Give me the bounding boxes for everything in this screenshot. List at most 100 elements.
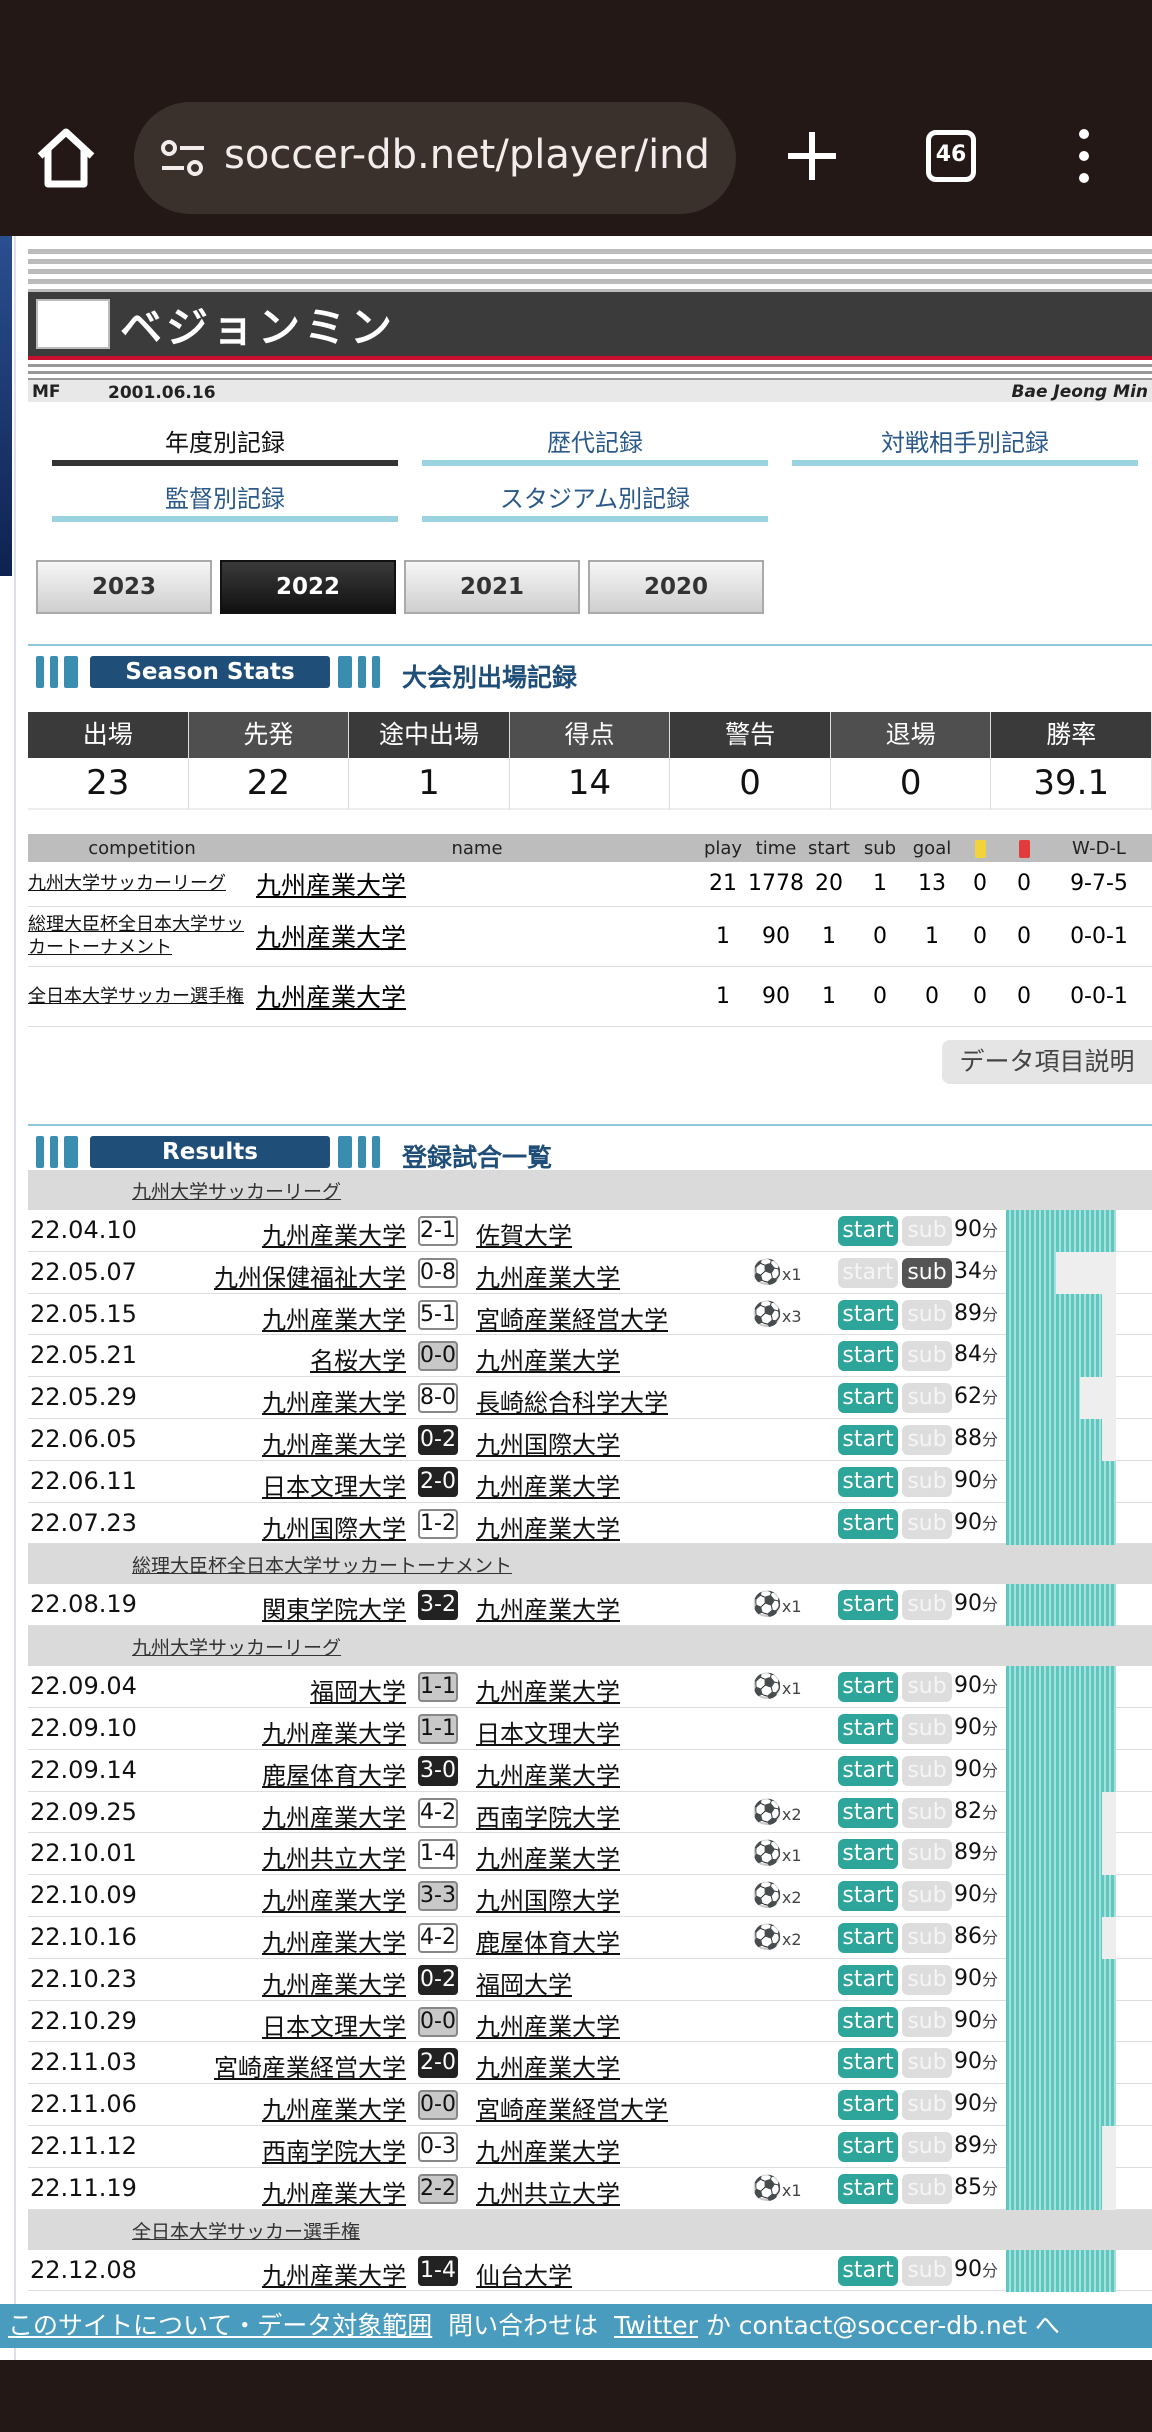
timeline-gap [1056, 1251, 1116, 1294]
score-badge[interactable]: 1-4 [418, 2255, 458, 2286]
home-team-link[interactable]: 九州産業大学 [262, 1881, 406, 1916]
year-button-2021[interactable]: 2021 [404, 560, 580, 614]
score-badge[interactable]: 4-2 [418, 1922, 458, 1953]
away-team-link[interactable]: 九州産業大学 [476, 2048, 620, 2083]
away-team-link[interactable]: 九州共立大学 [476, 2174, 620, 2209]
sub-badge: sub [902, 1257, 952, 1288]
league-link[interactable]: 九州大学サッカーリーグ [28, 1170, 1152, 1210]
home-team-link[interactable]: 九州産業大学 [262, 1965, 406, 2000]
home-icon[interactable] [30, 122, 102, 194]
footer-about-link[interactable]: このサイトについて・データ対象範囲 [8, 2311, 432, 2340]
score-badge[interactable]: 1-1 [418, 1713, 458, 1744]
more-menu-icon[interactable] [1066, 124, 1102, 188]
away-team-link[interactable]: 九州産業大学 [476, 1341, 620, 1376]
away-team-link[interactable]: 九州産業大学 [476, 1509, 620, 1544]
tab-switcher-button[interactable]: 46 [926, 130, 976, 182]
home-team-link[interactable]: 九州産業大学 [262, 1923, 406, 1958]
away-team-link[interactable]: 九州産業大学 [476, 1467, 620, 1502]
away-team-link[interactable]: 宮崎産業経営大学 [476, 2090, 668, 2125]
home-team-link[interactable]: 九州産業大学 [262, 1798, 406, 1833]
team-link[interactable]: 九州産業大学 [256, 862, 698, 907]
away-team-link[interactable]: 九州国際大学 [476, 1881, 620, 1916]
score-badge[interactable]: 1-1 [418, 1672, 458, 1703]
nav-stadium-records[interactable]: スタジアム別記録 [422, 482, 768, 522]
home-team-link[interactable]: 日本文理大学 [262, 1467, 406, 1502]
score-badge[interactable]: 8-0 [418, 1383, 458, 1414]
away-team-link[interactable]: 鹿屋体育大学 [476, 1923, 620, 1958]
home-team-link[interactable]: 日本文理大学 [262, 2007, 406, 2042]
home-team-link[interactable]: 九州産業大学 [262, 1425, 406, 1460]
score-badge[interactable]: 3-0 [418, 1755, 458, 1786]
away-team-link[interactable]: 日本文理大学 [476, 1714, 620, 1749]
score-badge[interactable]: 1-4 [418, 1839, 458, 1870]
away-team-link[interactable]: 宮崎産業経営大学 [476, 1300, 668, 1335]
nav-manager-records[interactable]: 監督別記録 [52, 482, 398, 522]
score-badge[interactable]: 2-1 [418, 1216, 458, 1246]
league-link[interactable]: 九州大学サッカーリーグ [28, 1626, 1152, 1667]
home-team-link[interactable]: 鹿屋体育大学 [262, 1756, 406, 1791]
score-badge[interactable]: 0-8 [418, 1257, 458, 1288]
league-link[interactable]: 総理大臣杯全日本大学サッカートーナメント [28, 1544, 1152, 1585]
away-team-link[interactable]: 九州産業大学 [476, 1672, 620, 1707]
address-bar[interactable]: soccer-db.net/player/ind [134, 102, 736, 214]
home-team-link[interactable]: 九州産業大学 [262, 1216, 406, 1251]
away-team-link[interactable]: 長崎総合科学大学 [476, 1383, 668, 1418]
home-team-link[interactable]: 九州産業大学 [262, 1714, 406, 1749]
team-link[interactable]: 九州産業大学 [256, 906, 698, 967]
year-button-2023[interactable]: 2023 [36, 560, 212, 614]
away-team-link[interactable]: 九州産業大学 [476, 2132, 620, 2167]
score-badge[interactable]: 0-2 [418, 1964, 458, 1995]
home-team-link[interactable]: 九州共立大学 [262, 1839, 406, 1874]
home-team-link[interactable]: 九州産業大学 [262, 2256, 406, 2291]
score-badge[interactable]: 5-1 [418, 1299, 458, 1330]
site-settings-icon[interactable] [160, 138, 206, 178]
score-badge[interactable]: 0-0 [418, 2006, 458, 2037]
data-explanation-button[interactable]: データ項目説明 [942, 1040, 1152, 1084]
score-badge[interactable]: 1-2 [418, 1508, 458, 1539]
away-team-link[interactable]: 九州産業大学 [476, 1756, 620, 1791]
home-team-link[interactable]: 名桜大学 [310, 1341, 406, 1376]
nav-yearly-records[interactable]: 年度別記録 [52, 426, 398, 466]
score-badge[interactable]: 0-2 [418, 1424, 458, 1455]
away-team-link[interactable]: 九州産業大学 [476, 1839, 620, 1874]
away-team-link[interactable]: 西南学院大学 [476, 1798, 620, 1833]
home-team-link[interactable]: 宮崎産業経営大学 [214, 2048, 406, 2083]
competition-link[interactable]: 総理大臣杯全日本大学サッカートーナメント [28, 906, 256, 967]
home-team-link[interactable]: 九州産業大学 [262, 1383, 406, 1418]
league-link[interactable]: 全日本大学サッカー選手権 [28, 2209, 1152, 2250]
home-team-link[interactable]: 九州国際大学 [262, 1509, 406, 1544]
away-team-link[interactable]: 九州国際大学 [476, 1425, 620, 1460]
away-team-link[interactable]: 佐賀大学 [476, 1216, 572, 1251]
away-team-link[interactable]: 九州産業大学 [476, 1590, 620, 1625]
score-badge[interactable]: 2-0 [418, 1466, 458, 1497]
home-team-link[interactable]: 関東学院大学 [262, 1590, 406, 1625]
home-team-link[interactable]: 福岡大学 [310, 1672, 406, 1707]
score-badge[interactable]: 3-3 [418, 1881, 458, 1912]
home-team-link[interactable]: 西南学院大学 [262, 2132, 406, 2167]
away-team-link[interactable]: 仙台大学 [476, 2256, 572, 2291]
home-team-link[interactable]: 九州保健福祉大学 [214, 1258, 406, 1293]
score-badge[interactable]: 0-0 [418, 2090, 458, 2121]
score-badge[interactable]: 2-0 [418, 2048, 458, 2079]
score-badge[interactable]: 4-2 [418, 1797, 458, 1828]
score-badge[interactable]: 3-2 [418, 1590, 458, 1621]
competition-link[interactable]: 九州大学サッカーリーグ [28, 862, 256, 907]
away-team-link[interactable]: 九州産業大学 [476, 2007, 620, 2042]
nav-all-time-records[interactable]: 歴代記録 [422, 426, 768, 466]
away-team-link[interactable]: 九州産業大学 [476, 1258, 620, 1293]
home-team-link[interactable]: 九州産業大学 [262, 1300, 406, 1335]
away-team-link[interactable]: 福岡大学 [476, 1965, 572, 2000]
minutes-played: 90分 [954, 1591, 998, 1616]
score-badge[interactable]: 2-2 [418, 2173, 458, 2204]
score-badge[interactable]: 0-0 [418, 1341, 458, 1372]
nav-opponent-records[interactable]: 対戦相手別記録 [792, 426, 1138, 466]
team-link[interactable]: 九州産業大学 [256, 966, 698, 1027]
year-button-2020[interactable]: 2020 [588, 560, 764, 614]
year-button-2022[interactable]: 2022 [220, 560, 396, 614]
score-badge[interactable]: 0-3 [418, 2131, 458, 2162]
competition-link[interactable]: 全日本大学サッカー選手権 [28, 966, 256, 1027]
footer-twitter-link[interactable]: Twitter [614, 2311, 698, 2340]
home-team-link[interactable]: 九州産業大学 [262, 2090, 406, 2125]
new-tab-icon[interactable] [780, 124, 844, 188]
home-team-link[interactable]: 九州産業大学 [262, 2174, 406, 2209]
